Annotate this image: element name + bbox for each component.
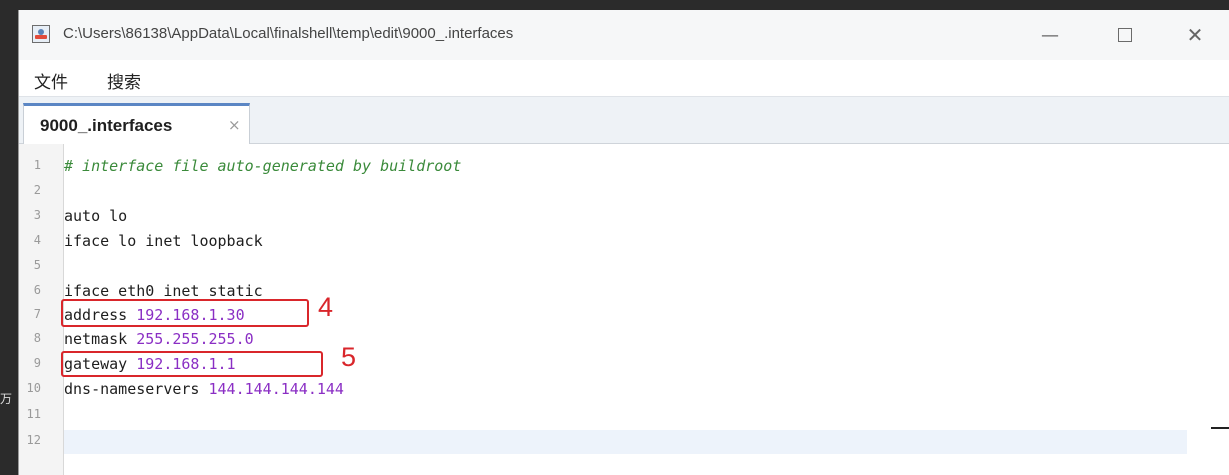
address-marker-number: 4 — [318, 292, 334, 322]
menu-bar: 文件 搜索 — [19, 60, 1229, 96]
line-number: 9 — [33, 356, 41, 370]
code-key-value: netmask 255.255.255.0 — [64, 330, 254, 348]
code-text: iface eth0 inet static — [64, 282, 263, 300]
tab-bar: 9000_.interfaces × — [19, 96, 1229, 145]
code-line[interactable]: 1 # interface file auto-generated by bui… — [19, 155, 1189, 179]
close-icon: ✕ — [1186, 23, 1204, 47]
minimize-icon: — — [1041, 24, 1059, 46]
title-bar[interactable]: C:\Users\86138\AppData\Local\finalshell\… — [19, 10, 1229, 60]
line-number: 8 — [33, 331, 41, 345]
code-comment: # interface file auto-generated by build… — [64, 157, 462, 175]
gateway-highlight-box — [61, 351, 323, 377]
config-key: dns-nameservers — [64, 380, 200, 398]
app-icon — [32, 25, 50, 43]
tab-close-icon[interactable]: × — [228, 116, 241, 134]
line-number: 1 — [33, 158, 41, 172]
code-line[interactable]: 8 netmask 255.255.255.0 — [19, 328, 1189, 352]
gateway-marker-number: 5 — [341, 342, 357, 372]
line-number: 11 — [26, 407, 41, 421]
maximize-icon — [1118, 28, 1132, 42]
menu-file[interactable]: 文件 — [34, 68, 68, 93]
line-number: 7 — [33, 307, 41, 321]
menu-search[interactable]: 搜索 — [107, 68, 141, 93]
code-line[interactable]: 5 — [19, 255, 1189, 279]
minimize-button[interactable]: — — [1020, 10, 1080, 60]
line-number: 2 — [33, 183, 41, 197]
line-number: 12 — [26, 433, 41, 447]
line-number: 5 — [33, 258, 41, 272]
background-window-fragment: 万 — [0, 392, 13, 406]
code-line[interactable]: 3 auto lo — [19, 205, 1189, 229]
code-line[interactable]: 10 dns-nameservers 144.144.144.144 — [19, 378, 1189, 402]
editor-window: C:\Users\86138\AppData\Local\finalshell\… — [18, 10, 1229, 475]
code-line[interactable]: 2 — [19, 180, 1189, 204]
config-key: netmask — [64, 330, 128, 348]
config-value: 255.255.255.0 — [136, 330, 254, 348]
code-text: auto lo — [64, 207, 128, 225]
address-highlight-box — [61, 299, 309, 327]
code-line[interactable]: 4 iface lo inet loopback — [19, 230, 1189, 254]
line-number: 10 — [26, 381, 41, 395]
code-editor[interactable]: 1 # interface file auto-generated by bui… — [19, 144, 1211, 475]
tab-interfaces-file[interactable]: 9000_.interfaces × — [23, 103, 250, 145]
line-number: 3 — [33, 208, 41, 222]
code-key-value: dns-nameservers 144.144.144.144 — [64, 380, 344, 398]
tab-label: 9000_.interfaces — [40, 116, 173, 135]
line-number: 4 — [33, 233, 41, 247]
window-title: C:\Users\86138\AppData\Local\finalshell\… — [63, 25, 514, 42]
line-number: 6 — [33, 283, 41, 297]
config-value: 144.144.144.144 — [208, 380, 344, 398]
code-text: iface lo inet loopback — [64, 232, 263, 250]
code-line[interactable]: 12 — [19, 430, 1189, 454]
code-line[interactable]: 11 — [19, 404, 1189, 428]
maximize-button[interactable] — [1095, 10, 1155, 60]
background-window-edge — [1211, 427, 1229, 429]
close-button[interactable]: ✕ — [1165, 10, 1225, 60]
